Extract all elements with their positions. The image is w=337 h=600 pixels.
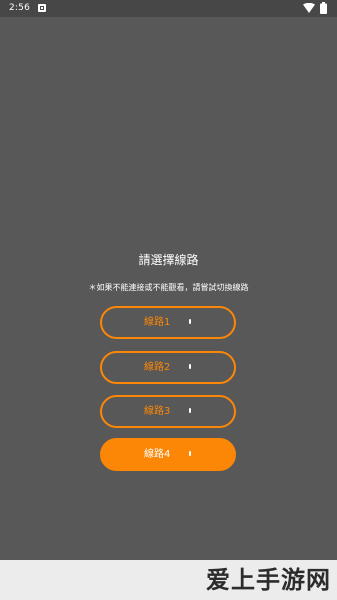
route-1-label: 線路1 [144,317,171,328]
route-1-button[interactable]: 線路1 [100,306,236,339]
route-3-indicator [189,408,191,413]
route-1-indicator [189,319,191,324]
route-4-label: 線路4 [144,449,171,460]
watermark: 爱上手游网 [206,566,331,594]
route-3-label: 線路3 [144,406,171,417]
route-2-label: 線路2 [144,362,171,373]
route-2-button[interactable]: 線路2 [100,351,236,384]
route-3-button[interactable]: 線路3 [100,395,236,428]
hint-text: ＊如果不能連接或不能觀看，請嘗試切換線路 [88,283,249,292]
battery-icon [320,2,327,14]
status-bar: 2:56 [0,0,337,17]
route-4-indicator [189,451,191,456]
app-notification-icon [38,4,46,12]
status-time: 2:56 [9,3,31,13]
route-4-button[interactable]: 線路4 [100,438,236,471]
page-title: 請選擇線路 [138,253,199,267]
bottom-band: 爱上手游网 [0,560,337,600]
wifi-icon [303,3,315,13]
route-2-indicator [189,364,191,369]
